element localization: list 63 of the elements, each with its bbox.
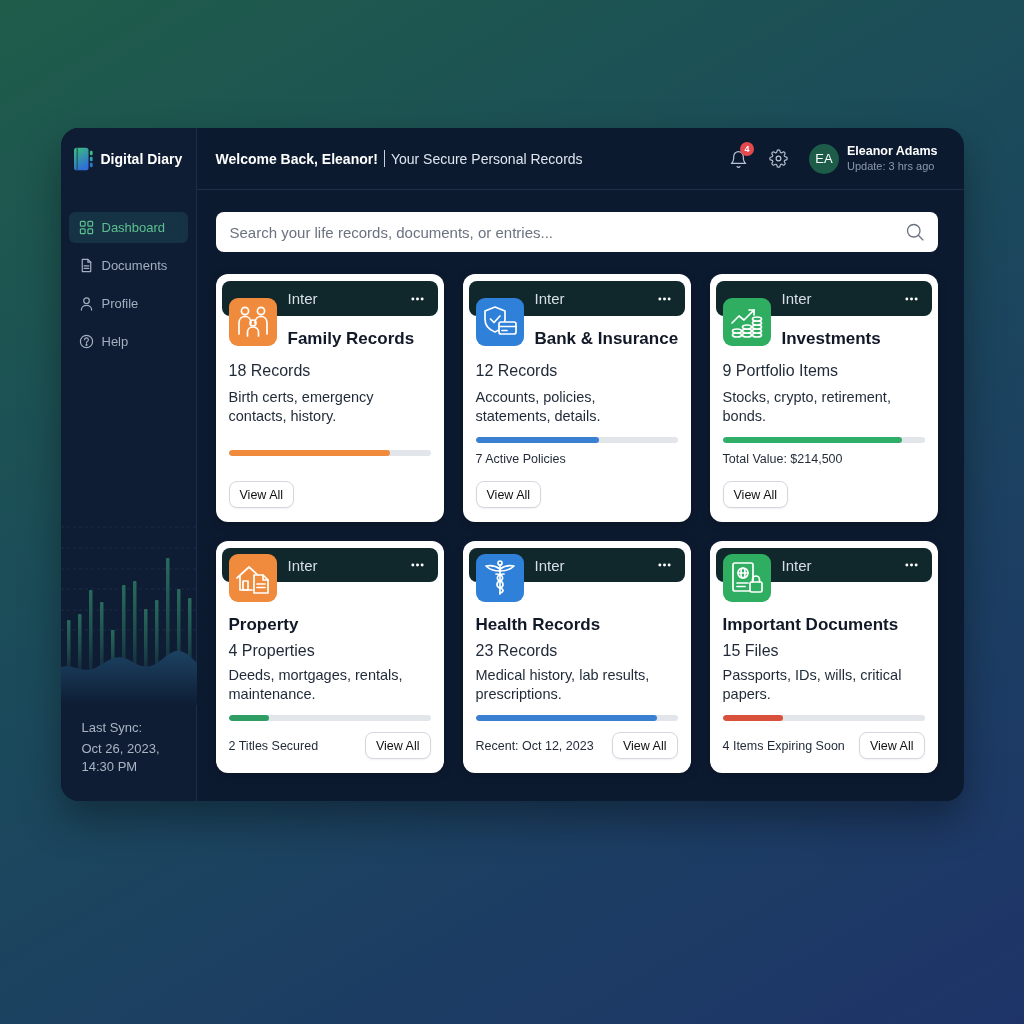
view-all-button[interactable]: View All bbox=[858, 732, 925, 759]
help-icon bbox=[78, 334, 94, 349]
card-note: 2 Titles Secured bbox=[228, 738, 319, 753]
more-icon[interactable] bbox=[904, 296, 918, 301]
view-all-button[interactable]: View All bbox=[475, 481, 542, 508]
book-logo-icon bbox=[73, 147, 94, 171]
card-note: Total Value: $214,500 bbox=[722, 452, 843, 466]
more-icon[interactable] bbox=[410, 563, 424, 567]
search-icon[interactable] bbox=[904, 222, 925, 242]
record-count: 9 Portfolio Items bbox=[722, 361, 840, 381]
card-note: 7 Active Policies bbox=[475, 452, 566, 466]
settings-icon[interactable] bbox=[768, 149, 788, 168]
card-title: Important Documents bbox=[722, 614, 899, 636]
user-avatar[interactable]: EA bbox=[808, 143, 839, 174]
card-note: 4 Items Expiring Soon bbox=[722, 738, 845, 753]
record-count: 4 Properties bbox=[228, 641, 316, 661]
chart-bar bbox=[77, 614, 81, 672]
more-icon[interactable] bbox=[410, 296, 424, 301]
more-icon[interactable] bbox=[904, 563, 918, 567]
nav-item[interactable]: Help bbox=[68, 326, 188, 357]
update-status: Update: 3 hrs ago bbox=[846, 159, 936, 174]
person-icon bbox=[78, 296, 94, 311]
last-sync-label: Last Sync: bbox=[81, 719, 144, 737]
nav-item[interactable]: Profile bbox=[68, 288, 188, 319]
user-name: Eleanor Adams bbox=[846, 143, 938, 159]
more-icon[interactable] bbox=[657, 296, 671, 301]
nav-item[interactable]: Documents bbox=[68, 250, 188, 281]
card-title: Family Records bbox=[287, 328, 415, 350]
header-subtitle: Your Secure Personal Records bbox=[390, 150, 583, 167]
card-label: Inter bbox=[287, 290, 318, 307]
app-name: Digital Diary bbox=[100, 151, 183, 167]
card-label: Inter bbox=[287, 556, 318, 574]
welcome-title: Welcome Back, Eleanor! bbox=[215, 150, 378, 167]
card-note: Recent: Oct 12, 2023 bbox=[475, 738, 594, 753]
last-sync-time: Oct 26, 2023, 14:30 PM bbox=[81, 740, 161, 776]
nav-item[interactable]: Dashboard bbox=[68, 212, 188, 243]
search-field[interactable]: Search your life records, documents, or entries... bbox=[215, 212, 938, 252]
card-label: Inter bbox=[534, 556, 565, 574]
card-description: Stocks, crypto, retirement, bonds. bbox=[722, 388, 892, 426]
notification-badge: 4 bbox=[739, 142, 754, 156]
card-description: Passports, IDs, wills, critical papers. bbox=[722, 666, 903, 704]
record-count: 15 Files bbox=[722, 641, 780, 661]
bell-icon[interactable] bbox=[728, 150, 748, 169]
card-label: Inter bbox=[781, 290, 812, 307]
view-all-button[interactable]: View All bbox=[611, 732, 678, 759]
card-title: Property bbox=[228, 614, 299, 636]
view-all-button[interactable]: View All bbox=[228, 481, 295, 508]
record-count: 23 Records bbox=[475, 641, 559, 661]
card-title: Bank & Insurance bbox=[534, 328, 679, 350]
card-label: Inter bbox=[781, 556, 812, 574]
card-description: Accounts, policies, statements, details. bbox=[475, 388, 602, 426]
grid-icon bbox=[78, 220, 94, 235]
more-icon[interactable] bbox=[657, 563, 671, 567]
card-description: Birth certs, emergency contacts, history. bbox=[228, 388, 375, 426]
card-title: Health Records bbox=[475, 614, 601, 636]
card-label: Inter bbox=[534, 290, 565, 307]
card-description: Deeds, mortgages, rentals, maintenance. bbox=[228, 666, 404, 704]
view-all-button[interactable]: View All bbox=[722, 481, 789, 508]
record-count: 18 Records bbox=[228, 361, 312, 381]
view-all-button[interactable]: View All bbox=[364, 732, 431, 759]
record-count: 12 Records bbox=[475, 361, 559, 381]
card-description: Medical history, lab results, prescriptions. bbox=[475, 666, 651, 704]
card-title: Investments bbox=[781, 328, 881, 350]
